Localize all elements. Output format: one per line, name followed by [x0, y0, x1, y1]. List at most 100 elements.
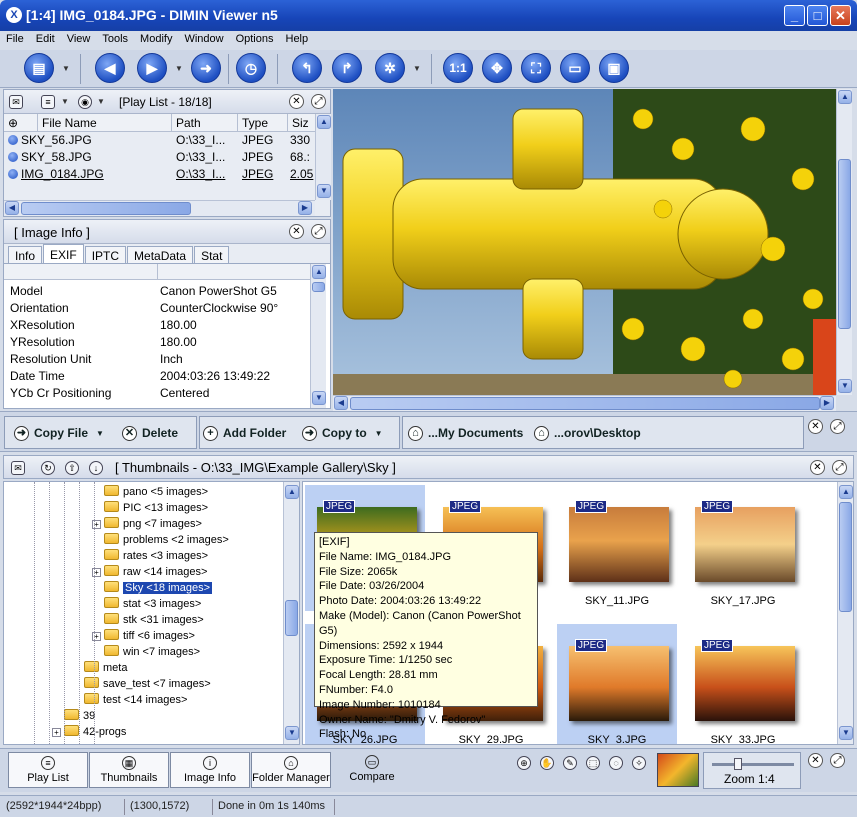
my-documents-button[interactable]: ⌂ ...My Documents [408, 421, 523, 445]
eye-icon[interactable]: ◉ [78, 95, 92, 109]
zoom-control[interactable]: Zoom 1:4 [703, 752, 801, 789]
tree-folder-item[interactable]: PIC <13 images> [104, 501, 208, 517]
eyedropper-icon[interactable]: ✎ [563, 756, 577, 770]
scroll-thumb[interactable] [350, 397, 820, 410]
open-folder-icon[interactable]: ▤ [24, 53, 54, 83]
close-button[interactable]: ✕ [830, 5, 851, 26]
hand-icon[interactable]: ✋ [540, 756, 554, 770]
expand-icon[interactable]: + [52, 728, 61, 737]
menu-edit[interactable]: Edit [30, 31, 61, 50]
clock-icon[interactable]: ◷ [236, 53, 266, 83]
tree-folder-item[interactable]: + tiff <6 images> [92, 629, 195, 645]
tree-folder-item[interactable]: stat <3 images> [104, 597, 201, 613]
thumbnail-item[interactable]: JPEG SKY_11.JPG [557, 485, 677, 611]
menu-file[interactable]: File [0, 31, 30, 50]
table-row[interactable]: SKY_56.JPG O:\33_I... JPEG 330 [4, 132, 330, 149]
down-icon[interactable]: ↓ [89, 461, 103, 475]
tree-folder-item[interactable]: + png <7 images> [92, 517, 202, 533]
fullscreen-icon[interactable]: ▣ [599, 53, 629, 83]
copy-file-button[interactable]: ➜ Copy File ▼ [14, 421, 104, 445]
playlist-vscroll[interactable]: ▲ ▼ [315, 114, 331, 200]
fit-screen-icon[interactable]: ⛶ [521, 53, 551, 83]
gear-icon[interactable]: ✲ [375, 53, 405, 83]
list-item[interactable]: Date Time 2004:03:26 13:49:22 [4, 369, 330, 386]
scroll-up-icon[interactable]: ▲ [839, 485, 853, 499]
scroll-thumb[interactable] [839, 502, 852, 612]
scroll-right-icon[interactable]: ▶ [820, 396, 834, 410]
close-icon[interactable]: ✕ [289, 224, 304, 239]
exif-vscroll[interactable]: ▲ ▼ [310, 264, 326, 408]
thumbnails-button[interactable]: ▦ Thumbnails [89, 752, 169, 788]
tree-folder-item[interactable]: stk <31 images> [104, 613, 204, 629]
chevron-down-icon[interactable]: ▼ [413, 64, 421, 73]
play-list-button[interactable]: ≡ Play List [8, 752, 88, 788]
chevron-down-icon[interactable]: ▼ [62, 64, 70, 73]
compare-button[interactable]: ▭ Compare [332, 752, 412, 788]
scroll-left-icon[interactable]: ◀ [334, 396, 348, 410]
menu-window[interactable]: Window [178, 31, 229, 50]
scroll-up-icon[interactable]: ▲ [312, 265, 326, 279]
close-icon[interactable]: ✕ [289, 94, 304, 109]
zoom-slider-track[interactable] [712, 763, 794, 766]
zoom-actual-size-button[interactable]: 1:1 [443, 53, 473, 83]
scroll-down-icon[interactable]: ▼ [839, 726, 853, 740]
undock-icon[interactable]: ⤢ [311, 224, 326, 239]
tree-folder-item[interactable]: + raw <14 images> [92, 565, 207, 581]
main-image-view[interactable] [333, 89, 836, 395]
preview-thumbnail[interactable] [657, 753, 699, 787]
col-size[interactable]: Siz [288, 114, 316, 131]
tab-metadata[interactable]: MetaData [127, 246, 194, 263]
copy-to-button[interactable]: ➜ Copy to ▼ [302, 421, 383, 445]
scroll-thumb[interactable] [21, 202, 191, 215]
playlist-hscroll[interactable]: ◀ ▶ [4, 200, 315, 216]
tab-stat[interactable]: Stat [194, 246, 230, 263]
list-item[interactable]: Model Canon PowerShot G5 [4, 284, 330, 301]
folder-manager-button[interactable]: ⌂ Folder Manager [251, 752, 331, 788]
tree-folder-item[interactable]: save_test <7 images> [84, 677, 211, 693]
tree-folder-item[interactable]: Sky <18 images> [104, 581, 212, 597]
folder-up-icon[interactable]: ⇧ [65, 461, 79, 475]
zoom-slider-handle[interactable] [734, 758, 742, 770]
menu-help[interactable]: Help [280, 31, 315, 50]
title-bar[interactable]: X [1:4] IMG_0184.JPG - DIMIN Viewer n5 _… [0, 0, 857, 31]
tree-vscroll[interactable]: ▲ ▼ [283, 482, 299, 744]
tree-folder-item[interactable]: problems <2 images> [104, 533, 229, 549]
chevron-down-icon[interactable]: ▼ [175, 64, 183, 73]
magic-wand-icon[interactable]: ✧ [632, 756, 646, 770]
add-folder-button[interactable]: + Add Folder [203, 421, 286, 445]
refresh-icon[interactable]: ↻ [41, 461, 55, 475]
thumbnail-item[interactable]: JPEG SKY_17.JPG [683, 485, 803, 611]
table-row[interactable]: IMG_0184.JPG O:\33_I... JPEG 2.05 [4, 166, 330, 183]
tab-info[interactable]: Info [8, 246, 43, 263]
image-info-button[interactable]: i Image Info [170, 752, 250, 788]
table-row[interactable]: SKY_58.JPG O:\33_I... JPEG 68.: [4, 149, 330, 166]
minimize-button[interactable]: _ [784, 5, 805, 26]
fit-window-icon[interactable]: ✥ [482, 53, 512, 83]
rotate-left-icon[interactable]: ↰ [292, 53, 322, 83]
chevron-down-icon[interactable]: ▼ [97, 97, 105, 106]
scroll-up-icon[interactable]: ▲ [317, 115, 331, 129]
rotate-right-icon[interactable]: ↱ [332, 53, 362, 83]
menu-tools[interactable]: Tools [96, 31, 134, 50]
col-path[interactable]: Path [172, 114, 238, 131]
thumbnail-item[interactable]: JPEG SKY_3.JPG [557, 624, 677, 744]
col-file-name[interactable]: File Name [38, 114, 172, 131]
tree-folder-item[interactable]: meta [84, 661, 127, 677]
image-hscroll[interactable]: ◀ ▶ [333, 395, 836, 411]
col-type[interactable]: Type [238, 114, 288, 131]
scroll-up-icon[interactable]: ▲ [285, 485, 299, 499]
image-vscroll[interactable]: ▲ ▼ [836, 89, 852, 395]
tree-folder-item[interactable]: win <7 images> [104, 645, 200, 661]
list-icon[interactable]: ≡ [41, 95, 55, 109]
desktop-button[interactable]: ⌂ ...orov\Desktop [534, 421, 641, 445]
list-item[interactable]: XResolution 180.00 [4, 318, 330, 335]
menu-options[interactable]: Options [230, 31, 280, 50]
scroll-down-icon[interactable]: ▼ [285, 726, 299, 740]
tree-folder-item[interactable]: rates <3 images> [104, 549, 208, 565]
tab-iptc[interactable]: IPTC [84, 246, 127, 263]
play-icon[interactable]: ▶ [137, 53, 167, 83]
maximize-button[interactable]: □ [807, 5, 828, 26]
scroll-thumb[interactable] [312, 282, 325, 292]
tree-folder-item[interactable]: test <14 images> [84, 693, 187, 709]
zoom-icon[interactable]: ⊕ [517, 756, 531, 770]
